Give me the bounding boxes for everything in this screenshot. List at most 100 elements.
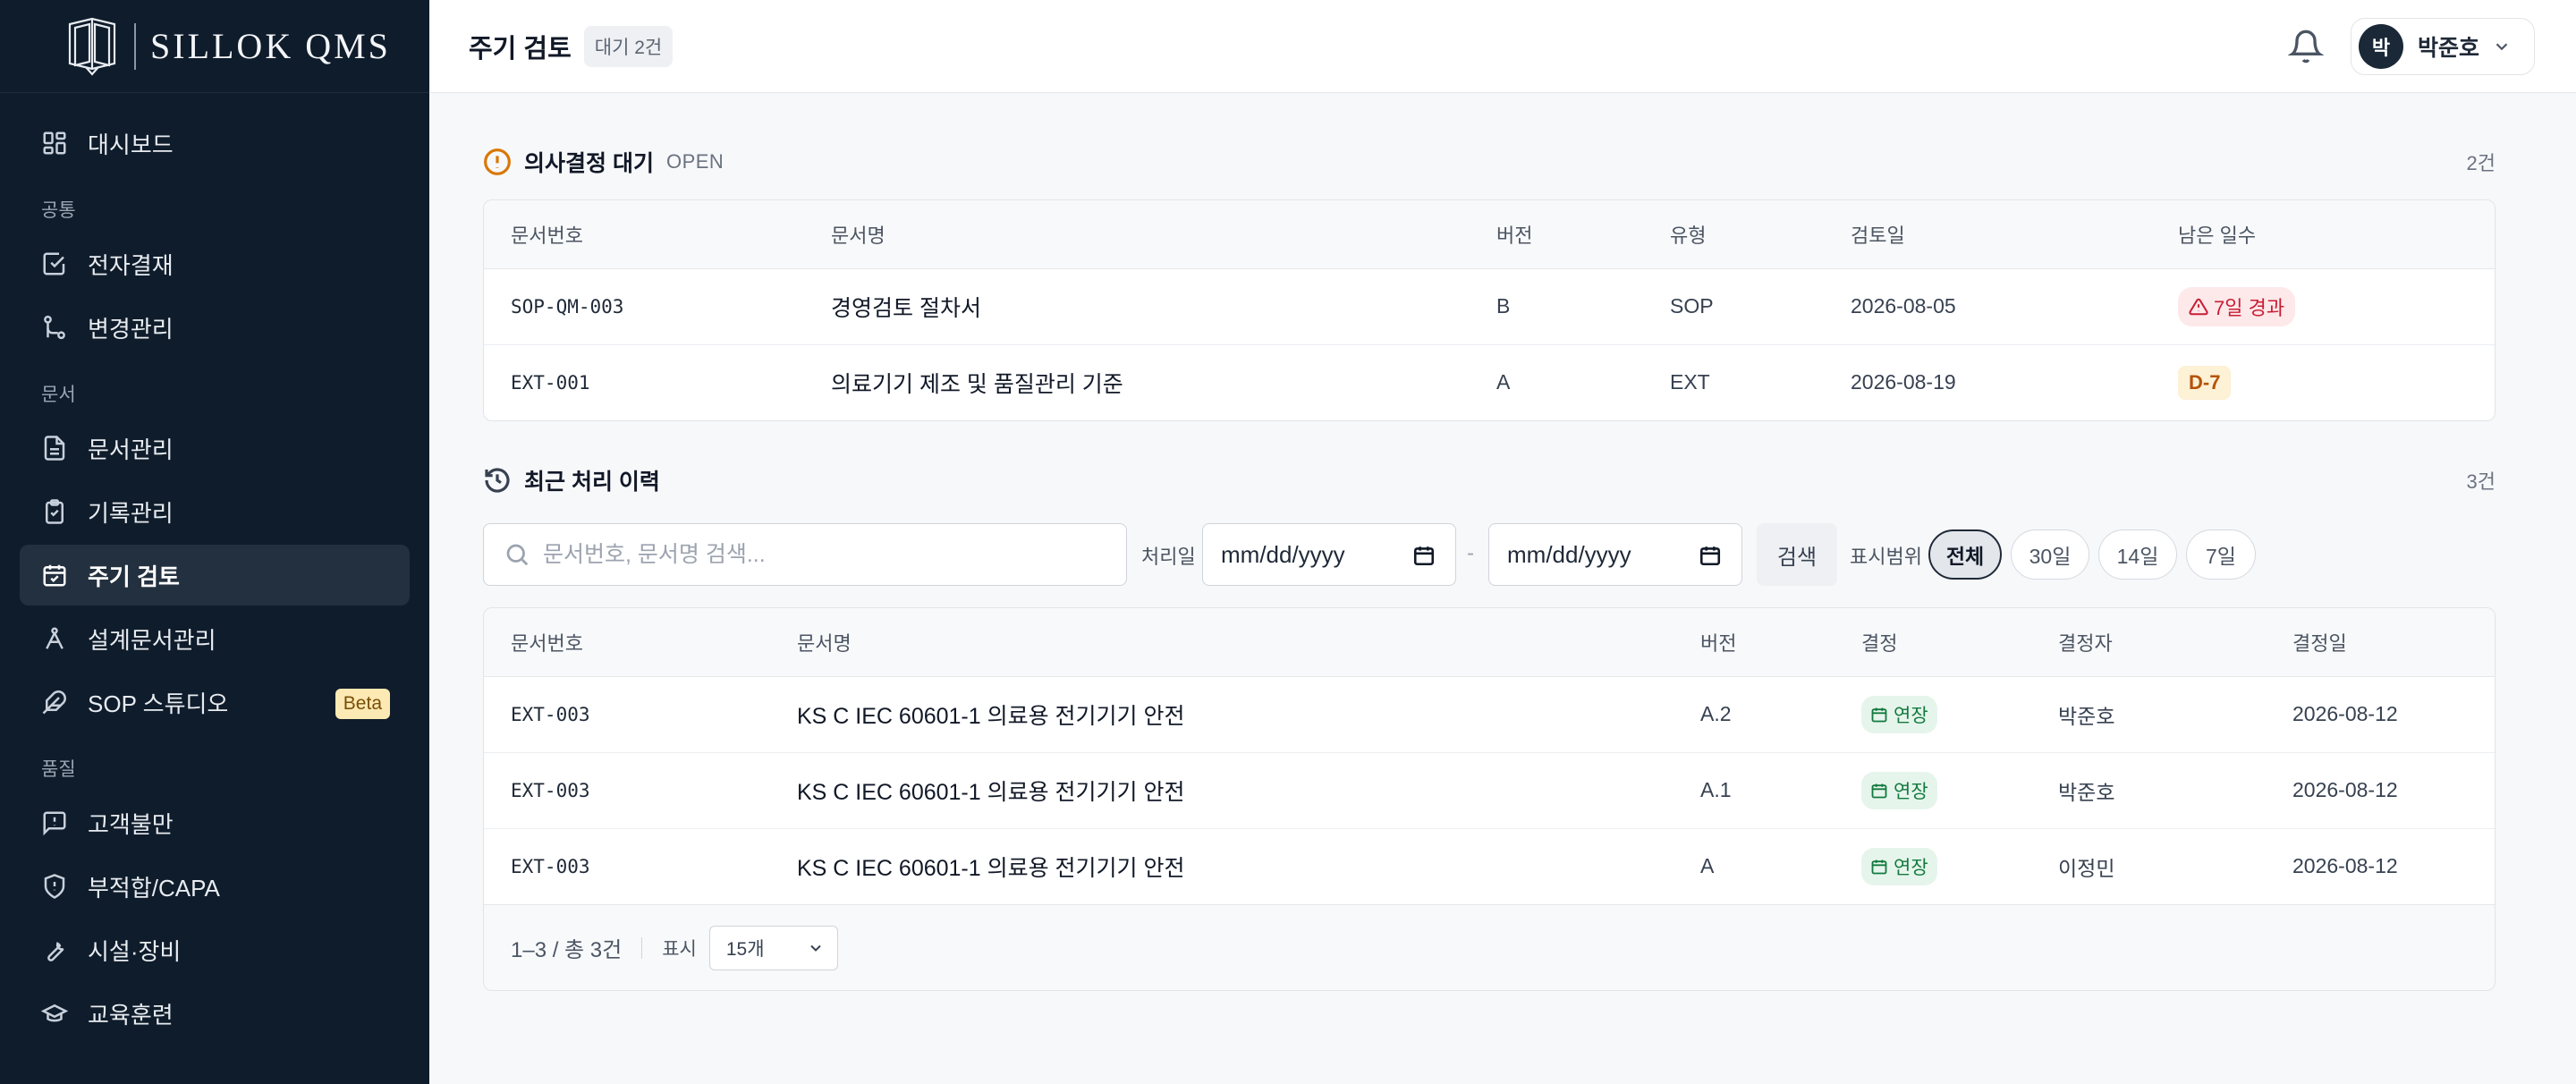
review-date: 2026-08-19 [1851, 370, 1956, 394]
table-row[interactable]: EXT-003 KS C IEC 60601-1 의료용 전기기기 안전 A.2… [484, 676, 2495, 753]
search-button[interactable]: 검색 [1757, 523, 1837, 586]
pagination-range: 1–3 / 총 3건 [511, 938, 623, 962]
history-section-header: 최근 처리 이력 3건 [483, 455, 2496, 505]
wrench-icon [41, 936, 68, 963]
pending-title: 의사결정 대기 [524, 151, 654, 176]
decision-text: 연장 [1894, 857, 1928, 878]
doc-version: A [1496, 370, 1511, 394]
history-table: 문서번호 문서명 버전 결정 결정자 결정일 EXT-003 KS C IEC … [484, 608, 2495, 904]
date-to-input[interactable]: mm/dd/yyyy [1488, 523, 1742, 586]
sidebar-item-dashboard[interactable]: 대시보드 [20, 113, 410, 174]
doc-name: KS C IEC 60601-1 의료용 전기기기 안전 [770, 676, 1674, 753]
column-header[interactable]: 결정자 [2031, 608, 2266, 677]
clipboard-icon [41, 498, 68, 525]
column-header[interactable]: 결정일 [2266, 608, 2495, 677]
doc-number: EXT-003 [484, 676, 770, 753]
alert-circle-icon [483, 148, 512, 176]
bell-icon[interactable] [2287, 29, 2325, 64]
range-chip-7d[interactable]: 7일 [2186, 529, 2256, 580]
sidebar-item-design-docs[interactable]: 설계문서관리 [20, 608, 410, 669]
sidebar-item-approval[interactable]: 전자결재 [20, 233, 410, 294]
decision-cell: 연장 [1835, 828, 2031, 904]
table-row[interactable]: EXT-003 KS C IEC 60601-1 의료용 전기기기 안전 A 연… [484, 828, 2495, 904]
calendar-icon [1871, 707, 1887, 722]
range-chip-all[interactable]: 전체 [1928, 529, 2002, 580]
sidebar: SILLOK QMS 대시보드 공통 전자결재 변경관리 문서 문서관리 기록관… [0, 0, 429, 1084]
history-title: 최근 처리 이력 [524, 470, 660, 495]
column-header[interactable]: 검토일 [1824, 200, 2151, 269]
pending-count-badge: 대기 2건 [583, 25, 674, 67]
doc-type: SOP [1643, 268, 1824, 345]
remaining-days-cell: D-7 [2151, 344, 2495, 420]
calendar-icon[interactable] [1699, 544, 1722, 567]
pending-section-header: 의사결정 대기 OPEN 2건 [483, 137, 2496, 187]
range-chip-14d[interactable]: 14일 [2098, 529, 2177, 580]
doc-number: EXT-003 [484, 752, 770, 829]
sidebar-item-facilities[interactable]: 시설·장비 [20, 919, 410, 980]
column-header[interactable]: 버전 [1470, 200, 1643, 269]
column-header[interactable]: 문서번호 [484, 608, 770, 677]
pagination-divider [641, 936, 643, 959]
decision-date: 2026-08-12 [2292, 854, 2398, 878]
pending-status-tag: OPEN [665, 150, 724, 173]
brand[interactable]: SILLOK QMS [0, 0, 429, 93]
user-menu[interactable]: 박 박준호 [2351, 18, 2535, 75]
page-size-value: 15개 [725, 938, 765, 960]
message-alert-icon [41, 809, 68, 836]
doc-number: EXT-003 [511, 855, 590, 877]
git-branch-icon [41, 314, 68, 341]
document-icon [41, 435, 68, 462]
column-header[interactable]: 결정 [1835, 608, 2031, 677]
date-from-input[interactable]: mm/dd/yyyy [1202, 523, 1456, 586]
date-from-value: mm/dd/yyyy [1221, 540, 1345, 568]
table-row[interactable]: EXT-001 의료기기 제조 및 품질관리 기준 A EXT 2026-08-… [484, 344, 2495, 420]
sidebar-item-label: 부적합/CAPA [88, 874, 220, 902]
sidebar-item-label: 문서관리 [88, 436, 174, 463]
sidebar-item-training[interactable]: 교육훈련 [20, 983, 410, 1044]
book-logo-icon [63, 12, 122, 80]
sidebar-item-label: 시설·장비 [88, 937, 182, 965]
sidebar-item-complaints[interactable]: 고객불만 [20, 792, 410, 853]
column-header[interactable]: 남은 일수 [2151, 200, 2495, 269]
chevron-down-icon [2492, 37, 2512, 56]
page-size-select[interactable]: 15개 [708, 925, 838, 970]
date-filter-label: 처리일 [1141, 546, 1196, 568]
column-header[interactable]: 유형 [1643, 200, 1824, 269]
sidebar-item-periodic-review[interactable]: 주기 검토 [20, 545, 410, 606]
sidebar-item-documents[interactable]: 문서관리 [20, 418, 410, 478]
sidebar-item-label: 변경관리 [88, 315, 174, 343]
sidebar-item-label: 주기 검토 [88, 563, 180, 590]
sidebar-item-sop-studio[interactable]: SOP 스튜디오 Beta [20, 672, 410, 733]
calendar-icon[interactable] [1412, 544, 1436, 567]
shield-icon [41, 873, 68, 900]
decision-badge: 연장 [1861, 695, 1937, 733]
sidebar-item-label: 교육훈련 [88, 1001, 174, 1029]
sidebar-item-label: SOP 스튜디오 [88, 690, 229, 717]
history-filters: 처리일 mm/dd/yyyy - mm/dd/yyyy 검색 표시범위 전체 3… [483, 523, 2496, 588]
calendar-icon [1871, 860, 1887, 875]
doc-version: B [1470, 268, 1643, 345]
sidebar-item-capa[interactable]: 부적합/CAPA [20, 856, 410, 917]
search-field[interactable] [483, 523, 1127, 586]
beta-badge: Beta [335, 689, 390, 719]
compass-icon [41, 625, 68, 652]
column-header[interactable]: 문서명 [770, 608, 1674, 677]
doc-name: KS C IEC 60601-1 의료용 전기기기 안전 [770, 752, 1674, 829]
sidebar-item-label: 설계문서관리 [88, 626, 216, 654]
sidebar-item-change[interactable]: 변경관리 [20, 297, 410, 358]
user-name: 박준호 [2418, 36, 2480, 61]
table-row[interactable]: EXT-003 KS C IEC 60601-1 의료용 전기기기 안전 A.1… [484, 752, 2495, 829]
sidebar-nav: 대시보드 공통 전자결재 변경관리 문서 문서관리 기록관리 주기 검토 설계문… [0, 93, 429, 1044]
feather-icon [41, 689, 68, 716]
due-badge: D-7 [2178, 365, 2232, 400]
column-header[interactable]: 문서번호 [484, 200, 804, 269]
range-chip-30d[interactable]: 30일 [2011, 529, 2089, 580]
doc-version: A.1 [1674, 752, 1835, 829]
column-header[interactable]: 문서명 [804, 200, 1470, 269]
column-header[interactable]: 버전 [1674, 608, 1835, 677]
search-input[interactable] [543, 541, 1080, 568]
decision-cell: 연장 [1835, 752, 2031, 829]
calendar-icon [41, 562, 68, 589]
table-row[interactable]: SOP-QM-003 경영검토 절차서 B SOP 2026-08-05 7일 … [484, 268, 2495, 345]
sidebar-item-records[interactable]: 기록관리 [20, 481, 410, 542]
